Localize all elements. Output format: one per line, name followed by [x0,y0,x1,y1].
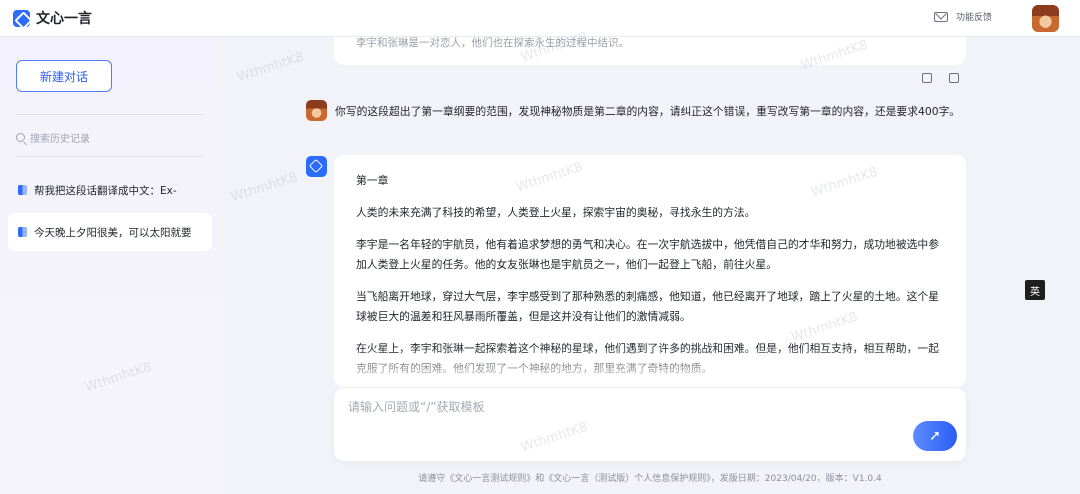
reply-paragraph: 第一章 [356,174,389,187]
new-chat-button[interactable]: 新建对话 [16,60,112,92]
chat-icon [18,185,27,195]
send-button[interactable]: ➚ [913,421,957,451]
language-badge[interactable]: 英 [1025,280,1045,300]
user-message-avatar [306,100,327,121]
search-placeholder: 搜索历史记录 [30,134,90,145]
feedback-button[interactable]: 功能反馈 [934,10,992,23]
sidebar: 新建对话 搜索历史记录 帮我把这段话翻译成中文：Ex- 今天晚上夕阳很美，可以太… [0,37,220,494]
top-bar: 文心一言 功能反馈 [0,0,1080,37]
history-item-active[interactable]: 今天晚上夕阳很美，可以太阳就要 [8,213,212,251]
reply-fade [334,347,966,387]
chat-icon [18,227,27,237]
user-avatar[interactable] [1032,5,1059,32]
bot-reply-card: 第一章 人类的未来充满了科技的希望，人类登上火星，探索宇宙的奥秘，寻找永生的方法… [334,155,966,387]
reply-paragraph: 当飞船离开地球，穿过大气层，李宇感受到了那种熟悉的刺痛感，他知道，他已经离开了地… [356,290,940,323]
thumbs-up-icon[interactable] [922,73,932,83]
previous-reply-card: 李宇和张琳是一对恋人，他们也在探索永生的过程中结识。 [334,37,966,65]
send-icon: ➚ [929,428,941,444]
feedback-label: 功能反馈 [956,13,993,23]
sidebar-divider [16,114,204,115]
sidebar-divider [16,156,204,157]
user-message: 你写的这段超出了第一章纲要的范围，发现神秘物质是第二章的内容，请纠正这个错误，重… [335,105,961,118]
thumbs-down-icon[interactable] [949,73,959,83]
input-box: ➚ [334,388,966,461]
bot-avatar-icon [306,156,327,177]
conversation-area: 李宇和张琳是一对恋人，他们也在探索永生的过程中结识。 你写的这段超出了第一章纲要… [220,37,1080,494]
feedback-actions [905,73,959,83]
search-history[interactable]: 搜索历史记录 [16,130,90,145]
question-input[interactable] [348,400,888,414]
logo[interactable]: 文心一言 [13,8,92,28]
app-title: 文心一言 [36,11,92,27]
mail-icon [934,11,948,22]
search-icon [16,133,25,142]
history-item-label: 帮我把这段话翻译成中文：Ex- [34,184,177,197]
previous-reply-text: 李宇和张琳是一对恋人，他们也在探索永生的过程中结识。 [356,37,629,49]
history-item[interactable]: 帮我把这段话翻译成中文：Ex- [8,171,212,209]
history-item-label: 今天晚上夕阳很美，可以太阳就要 [34,226,192,239]
footer-notice: 请遵守《文心一言测试规则》和《文心一言（测试版）个人信息保护规则》，发版日期：2… [418,474,882,484]
wenxin-logo-icon [13,9,30,27]
reply-paragraph: 李宇是一名年轻的宇航员，他有着追求梦想的勇气和决心。在一次宇航选拔中，他凭借自己… [356,238,940,271]
reply-paragraph: 人类的未来充满了科技的希望，人类登上火星，探索宇宙的奥秘，寻找永生的方法。 [356,206,756,219]
